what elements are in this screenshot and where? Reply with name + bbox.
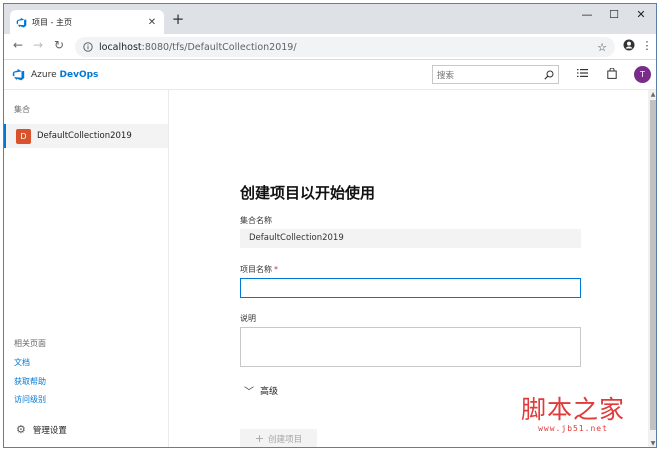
scroll-down-icon[interactable]: ▼ [648, 440, 656, 447]
sidebar-section-label: 集合 [14, 105, 30, 114]
watermark-text: 脚本之家 [521, 395, 626, 424]
plus-icon: + [254, 432, 265, 445]
search-box[interactable]: 搜索 [432, 65, 559, 84]
gear-icon: ⚙ [16, 423, 26, 436]
list-icon[interactable] [575, 68, 589, 82]
link-docs[interactable]: 文档 [14, 357, 30, 368]
link-access-levels[interactable]: 访问级别 [14, 394, 46, 405]
brand-text: Azure DevOps [31, 69, 99, 80]
collection-name-field: DefaultCollection2019 [240, 229, 581, 248]
collection-badge: D [16, 128, 31, 144]
description-label: 说明 [240, 314, 256, 323]
scrollbar[interactable]: ▲ ▼ [648, 90, 656, 447]
create-project-button[interactable]: + 创建项目 [240, 429, 317, 447]
search-icon [544, 70, 554, 80]
tab-title: 项目 - 主页 [32, 17, 72, 27]
bookmark-star-icon[interactable]: ☆ [597, 41, 607, 54]
description-textarea[interactable] [240, 327, 581, 367]
info-icon [83, 42, 93, 52]
admin-settings-label: 管理设置 [32, 425, 67, 436]
create-project-form: 创建项目以开始使用 集合名称 DefaultCollection2019 项目名… [240, 182, 584, 447]
browser-menu-icon[interactable]: ⋮ [640, 39, 654, 53]
admin-settings-button[interactable]: ⚙ 管理设置 [16, 423, 67, 436]
advanced-label: 高级 [260, 387, 279, 397]
minimize-icon[interactable]: — [574, 8, 600, 21]
maximize-icon[interactable]: ☐ [601, 8, 627, 21]
back-icon[interactable]: ← [10, 38, 26, 52]
url-text: localhost:8080/tfs/DefaultCollection2019… [99, 41, 297, 53]
watermark: 脚本之家 www.jb51.net [521, 395, 626, 434]
advanced-toggle[interactable]: ﹀ 高级 [244, 383, 278, 398]
chevron-down-icon: ﹀ [244, 387, 254, 398]
shopping-bag-icon[interactable] [605, 67, 619, 82]
ado-header: Azure DevOps 搜索 T [4, 60, 656, 90]
watermark-url: www.jb51.net [538, 424, 608, 433]
address-bar[interactable]: localhost:8080/tfs/DefaultCollection2019… [75, 37, 615, 57]
scroll-up-icon[interactable]: ▲ [648, 91, 656, 99]
collection-name: DefaultCollection2019 [37, 131, 132, 141]
user-avatar[interactable]: T [634, 66, 651, 83]
forward-icon[interactable]: → [30, 38, 46, 52]
close-window-icon[interactable]: ✕ [628, 8, 654, 21]
profile-icon[interactable] [622, 39, 636, 53]
sidebar: 集合 D DefaultCollection2019 相关页面 文档 获取帮助 … [4, 90, 169, 447]
browser-window: 项目 - 主页 ✕ + — ☐ ✕ ← → ↻ localhost:8080/t… [3, 3, 657, 448]
collection-name-label: 集合名称 [240, 216, 272, 225]
related-pages-label: 相关页面 [14, 339, 46, 348]
project-name-label: 项目名称 * [240, 265, 278, 274]
azure-devops-logo-icon [12, 68, 25, 81]
create-project-label: 创建项目 [268, 434, 303, 445]
link-get-help[interactable]: 获取帮助 [14, 376, 46, 387]
tab-strip: 项目 - 主页 ✕ + — ☐ ✕ [4, 4, 656, 34]
azure-devops-favicon-icon [16, 17, 27, 28]
search-placeholder: 搜索 [437, 70, 455, 81]
brand[interactable]: Azure DevOps [12, 68, 98, 81]
new-tab-icon[interactable]: + [170, 12, 186, 28]
required-mark: * [274, 265, 278, 274]
tab-close-icon[interactable]: ✕ [146, 17, 158, 28]
scroll-thumb[interactable] [650, 100, 656, 430]
sidebar-item-collection[interactable]: D DefaultCollection2019 [4, 124, 168, 148]
reload-icon[interactable]: ↻ [51, 38, 67, 52]
browser-tab[interactable]: 项目 - 主页 ✕ [10, 10, 164, 34]
browser-toolbar: ← → ↻ localhost:8080/tfs/DefaultCollecti… [4, 34, 656, 60]
page-title: 创建项目以开始使用 [240, 184, 376, 202]
project-name-input[interactable] [240, 278, 581, 298]
